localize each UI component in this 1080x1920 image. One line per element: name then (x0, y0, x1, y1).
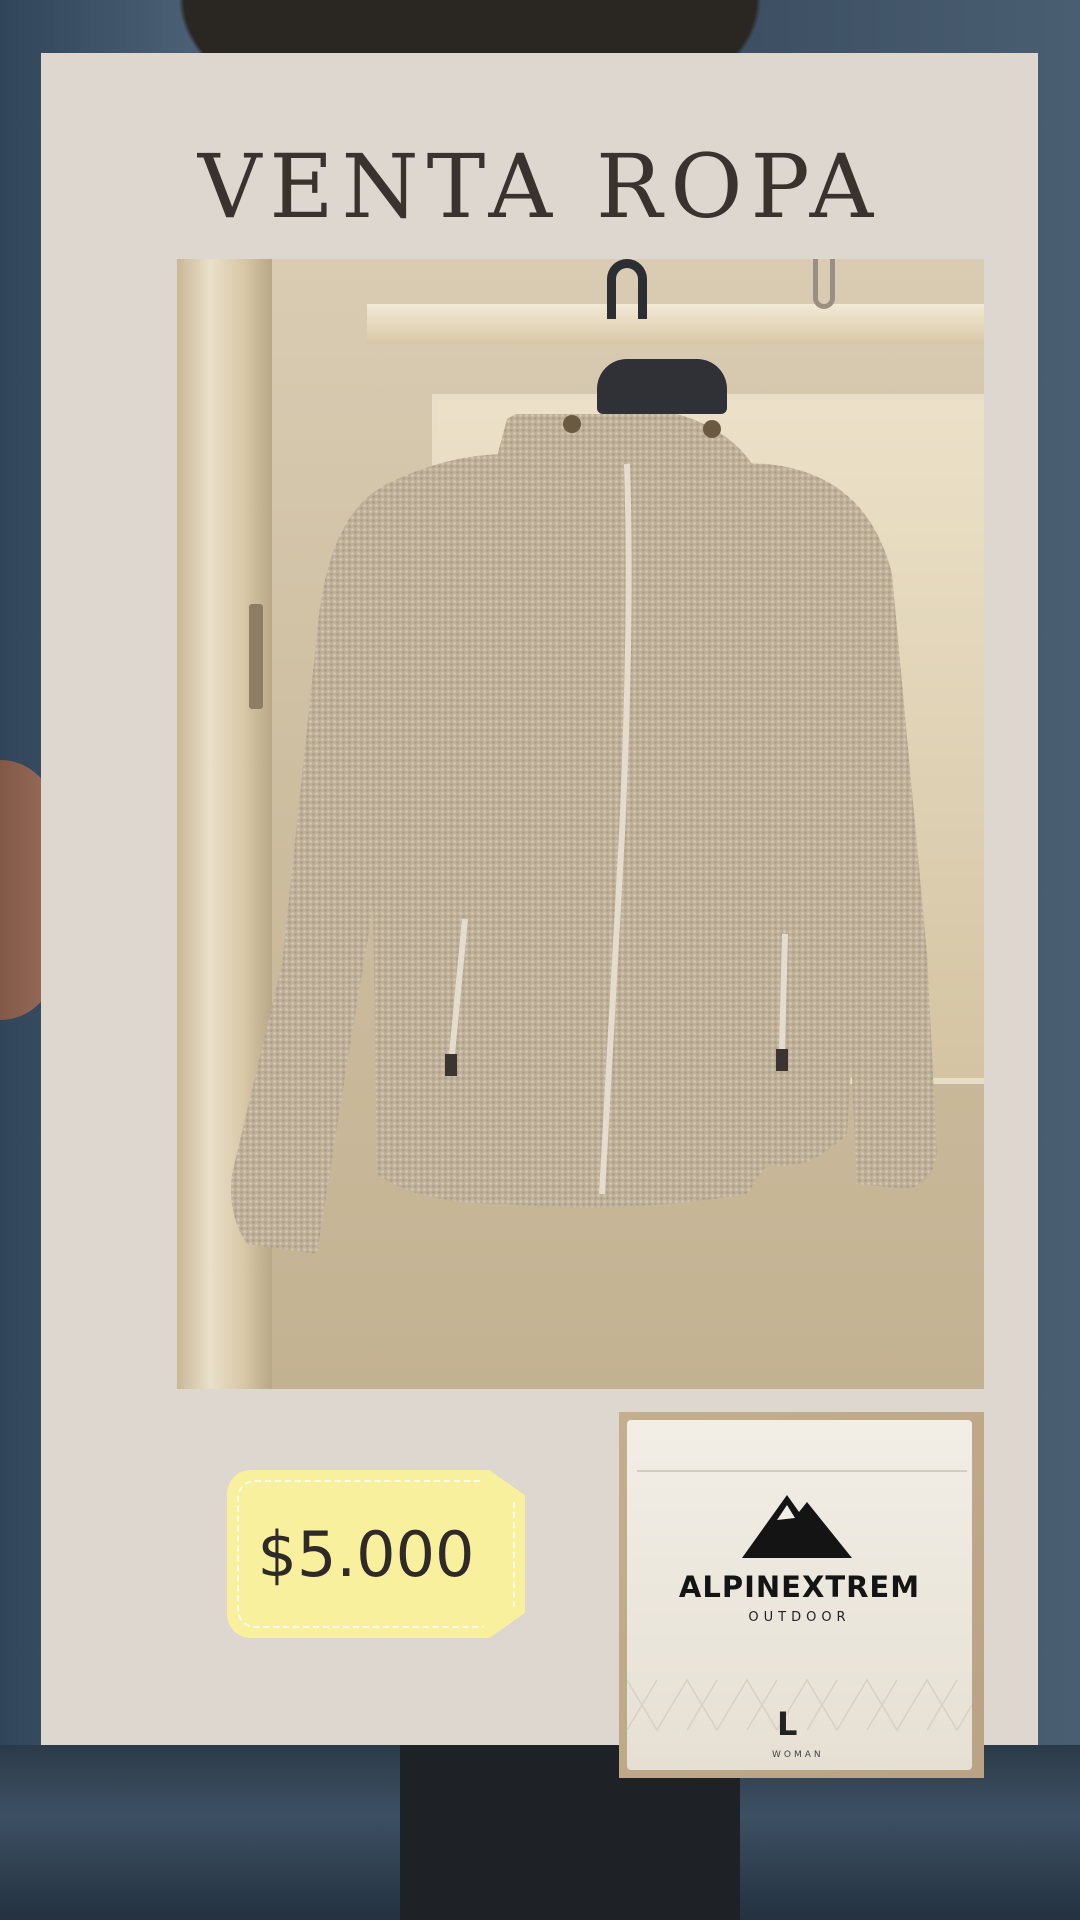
door-top-panel (367, 304, 984, 344)
mountain-logo-icon (737, 1490, 857, 1560)
sale-card: VENTA ROPA $5.000 ALPINEXTREM OUTDOOR L … (41, 53, 1038, 1778)
brand-name: ALPINEXTREM (678, 1570, 921, 1604)
price-text: $5.000 (257, 1517, 475, 1591)
brand-subtitle: OUTDOOR (748, 1610, 851, 1625)
label-fold (637, 1432, 967, 1472)
size-letter: L (777, 1705, 798, 1743)
label-tag: ALPINEXTREM OUTDOOR L WOMAN (626, 1420, 973, 1770)
hanger-hook-icon (607, 259, 647, 319)
hanger-icon (597, 359, 727, 414)
size-subtitle: WOMAN (772, 1750, 824, 1760)
jacket-image (207, 405, 957, 1314)
price-tag: $5.000 (227, 1470, 525, 1638)
page-title: VENTA ROPA (197, 135, 882, 238)
brand-label-photo: ALPINEXTREM OUTDOOR L WOMAN (619, 1412, 984, 1778)
jacket-photo (177, 259, 984, 1389)
wall-hook-icon (813, 259, 835, 309)
